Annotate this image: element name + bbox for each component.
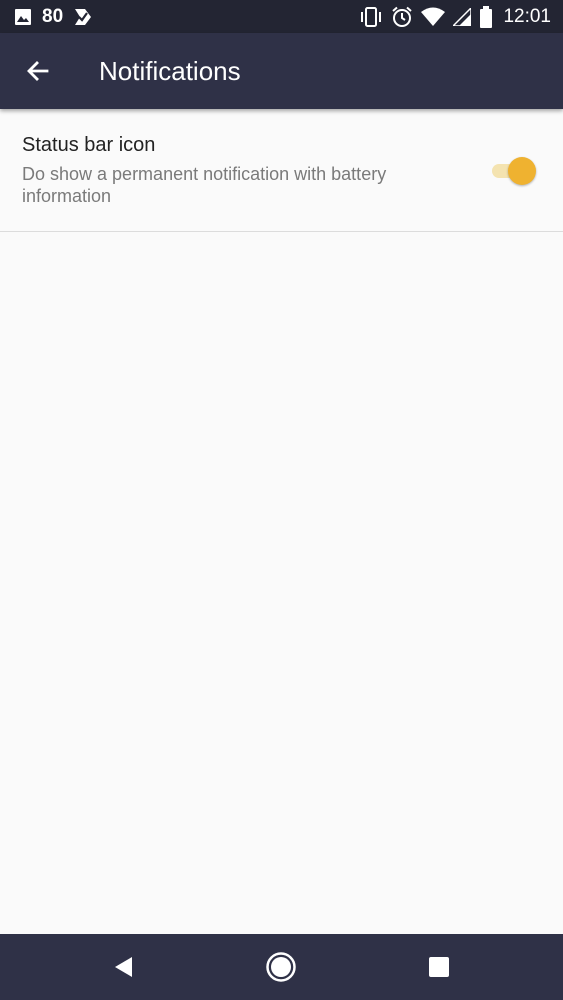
switch-thumb <box>508 157 536 185</box>
battery-percentage: 80 <box>42 5 64 27</box>
battery-icon <box>479 5 493 28</box>
nav-recents-button[interactable] <box>419 947 459 987</box>
status-bar: 80 12:01 <box>0 0 563 33</box>
status-bar-icon-toggle[interactable] <box>490 157 540 185</box>
wifi-icon <box>421 7 446 27</box>
back-triangle-icon <box>112 955 134 979</box>
back-button[interactable] <box>18 51 58 91</box>
nav-home-button[interactable] <box>261 947 301 987</box>
status-bar-right: 12:01 <box>359 0 551 33</box>
home-circle-icon <box>265 951 297 983</box>
signal-icon <box>453 7 472 26</box>
clock-time: 12:01 <box>503 5 551 27</box>
nav-back-button[interactable] <box>103 947 143 987</box>
recents-square-icon <box>428 956 450 978</box>
settings-list: Status bar icon Do show a permanent noti… <box>0 109 563 934</box>
status-bar-left: 80 <box>14 0 93 33</box>
pref-status-bar-icon[interactable]: Status bar icon Do show a permanent noti… <box>0 109 563 232</box>
image-icon <box>14 8 32 26</box>
pref-summary: Do show a permanent notification with ba… <box>22 164 387 206</box>
app-bar: Notifications <box>0 33 563 109</box>
check-badge-icon <box>73 7 93 27</box>
navigation-bar <box>0 934 563 1000</box>
pref-title: Status bar icon <box>22 134 156 156</box>
arrow-back-icon <box>25 58 51 84</box>
page-title: Notifications <box>99 56 241 86</box>
alarm-icon <box>391 6 413 28</box>
vibrate-icon <box>359 6 383 27</box>
